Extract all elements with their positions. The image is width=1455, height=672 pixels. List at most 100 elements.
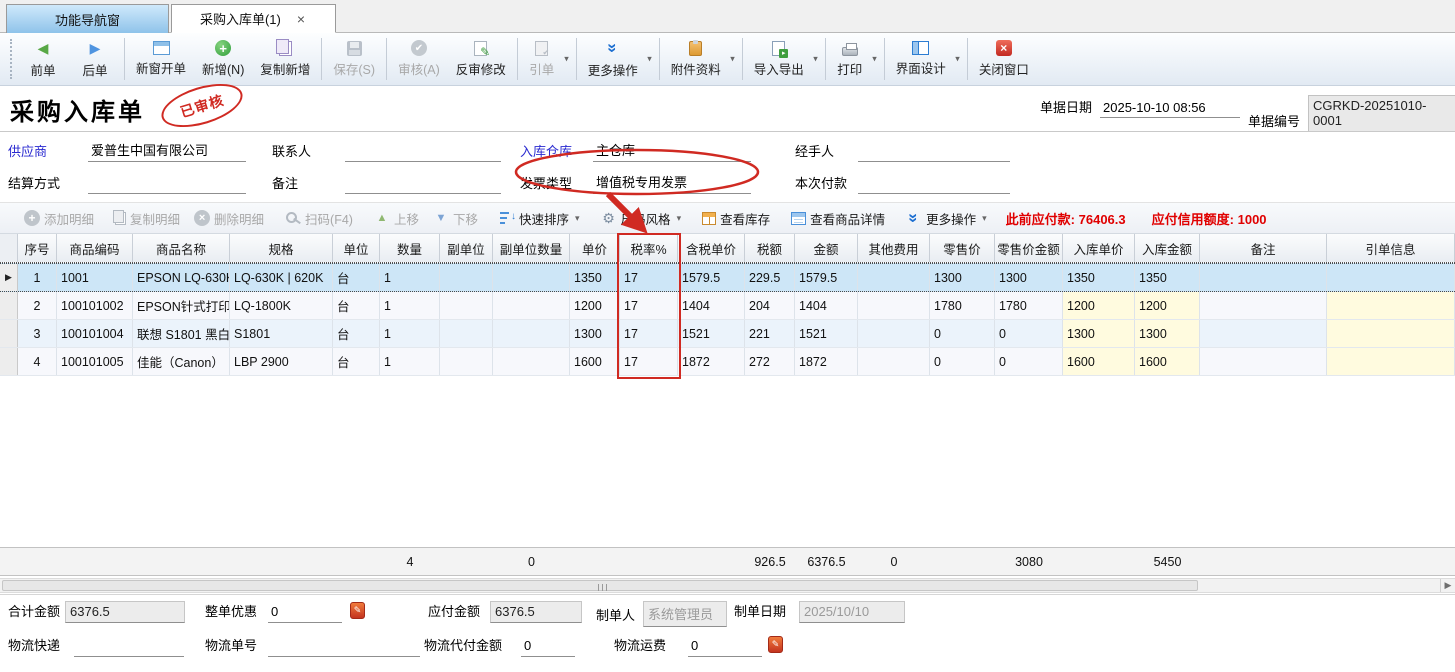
close-window-button[interactable]: 关闭窗口 (971, 33, 1037, 85)
settlement-input[interactable] (88, 176, 246, 194)
logistics-paid-input[interactable]: 0 (521, 638, 575, 657)
column-header-5[interactable]: 数量 (380, 234, 440, 262)
cell-r1-c0[interactable]: 1 (18, 264, 57, 291)
order-discount-input[interactable]: 0 (268, 604, 342, 623)
cell-r2-c10[interactable]: 1404 (678, 292, 745, 319)
cell-r4-c1[interactable]: 100101005 (57, 348, 133, 375)
column-header-16[interactable]: 入库单价 (1063, 234, 1135, 262)
unaudit-modify-button[interactable]: 反审修改 (448, 33, 514, 85)
cell-r2-c1[interactable]: 100101002 (57, 292, 133, 319)
cell-r2-c6[interactable] (440, 292, 493, 319)
cell-r3-c13[interactable] (858, 320, 930, 347)
cell-r1-c12[interactable]: 1579.5 (795, 264, 858, 291)
discount-edit-icon[interactable] (350, 602, 365, 619)
scroll-right-button[interactable]: ▶ (1440, 579, 1455, 592)
cell-r4-c16[interactable]: 1600 (1063, 348, 1135, 375)
cell-r1-c9[interactable]: 17 (620, 264, 678, 291)
cell-r1-c10[interactable]: 1579.5 (678, 264, 745, 291)
cell-r2-c4[interactable]: 台 (333, 292, 380, 319)
cell-r2-c0[interactable]: 2 (18, 292, 57, 319)
contact-input[interactable] (345, 144, 501, 162)
column-header-0[interactable]: 序号 (18, 234, 57, 262)
cell-r4-c14[interactable]: 0 (930, 348, 995, 375)
view-product-detail-button[interactable]: 查看商品详情 (784, 206, 892, 231)
column-header-11[interactable]: 税额 (745, 234, 795, 262)
cell-r3-c16[interactable]: 1300 (1063, 320, 1135, 347)
cell-r1-c18[interactable] (1200, 264, 1327, 291)
column-header-13[interactable]: 其他费用 (858, 234, 930, 262)
attachments-button[interactable]: 附件资料▾ (663, 33, 739, 85)
cell-r1-c17[interactable]: 1350 (1135, 264, 1200, 291)
cell-r2-c7[interactable] (493, 292, 570, 319)
cell-r3-c10[interactable]: 1521 (678, 320, 745, 347)
cell-r3-c19[interactable] (1327, 320, 1455, 347)
table-row[interactable]: 3100101004联想 S1801 黑白S1801台1130017152122… (0, 320, 1455, 348)
cell-r4-c17[interactable]: 1600 (1135, 348, 1200, 375)
column-header-8[interactable]: 单价 (570, 234, 620, 262)
cell-r1-c13[interactable] (858, 264, 930, 291)
cell-r1-c3[interactable]: LQ-630K | 620K (230, 264, 333, 291)
cell-r4-c2[interactable]: 佳能（Canon） (133, 348, 230, 375)
cell-r2-c5[interactable]: 1 (380, 292, 440, 319)
logistics-no-input[interactable] (268, 639, 420, 657)
cell-r4-c8[interactable]: 1600 (570, 348, 620, 375)
cell-r2-c18[interactable] (1200, 292, 1327, 319)
table-row[interactable]: 2100101002EPSON针式打印LQ-1800K台112001714042… (0, 292, 1455, 320)
cell-r1-c15[interactable]: 1300 (995, 264, 1063, 291)
cell-r3-c7[interactable] (493, 320, 570, 347)
column-header-17[interactable]: 入库金额 (1135, 234, 1200, 262)
cell-r4-c15[interactable]: 0 (995, 348, 1063, 375)
cell-r1-c19[interactable] (1327, 264, 1455, 291)
cell-r4-c3[interactable]: LBP 2900 (230, 348, 333, 375)
size-style-button[interactable]: 尺码风格▾ (594, 206, 689, 231)
cell-r3-c14[interactable]: 0 (930, 320, 995, 347)
cell-r3-c18[interactable] (1200, 320, 1327, 347)
cell-r1-c8[interactable]: 1350 (570, 264, 620, 291)
horizontal-scrollbar[interactable]: ▶ (0, 578, 1455, 593)
warehouse-input[interactable]: 主仓库 (593, 140, 751, 162)
new-window-order-button[interactable]: 新窗开单 (128, 33, 194, 85)
cell-r4-c6[interactable] (440, 348, 493, 375)
quick-sort-button[interactable]: 快速排序▾ (492, 206, 587, 231)
cell-r2-c16[interactable]: 1200 (1063, 292, 1135, 319)
cell-r4-c18[interactable] (1200, 348, 1327, 375)
copy-new-button[interactable]: 复制新增 (252, 33, 318, 85)
logistics-freight-input[interactable]: 0 (688, 638, 762, 657)
cell-r4-c7[interactable] (493, 348, 570, 375)
cell-r3-c0[interactable]: 3 (18, 320, 57, 347)
cell-r3-c12[interactable]: 1521 (795, 320, 858, 347)
remark-input[interactable] (345, 176, 501, 194)
cell-r2-c8[interactable]: 1200 (570, 292, 620, 319)
cell-r3-c17[interactable]: 1300 (1135, 320, 1200, 347)
cell-r2-c13[interactable] (858, 292, 930, 319)
cell-r3-c6[interactable] (440, 320, 493, 347)
cell-r3-c1[interactable]: 100101004 (57, 320, 133, 347)
cell-r2-c9[interactable]: 17 (620, 292, 678, 319)
cell-r3-c3[interactable]: S1801 (230, 320, 333, 347)
cell-r4-c10[interactable]: 1872 (678, 348, 745, 375)
column-header-3[interactable]: 规格 (230, 234, 333, 262)
more-detail-actions-button[interactable]: 更多操作▾ (899, 206, 994, 231)
cell-r3-c9[interactable]: 17 (620, 320, 678, 347)
column-header-9[interactable]: 税率% (620, 234, 678, 262)
cell-r1-c11[interactable]: 229.5 (745, 264, 795, 291)
cell-r4-c5[interactable]: 1 (380, 348, 440, 375)
cell-r2-c14[interactable]: 1780 (930, 292, 995, 319)
table-row[interactable]: 4100101005佳能（Canon）LBP 2900台116001718722… (0, 348, 1455, 376)
cell-r2-c3[interactable]: LQ-1800K (230, 292, 333, 319)
cell-r1-c7[interactable] (493, 264, 570, 291)
tab-close-icon[interactable]: × (295, 12, 307, 26)
cell-r3-c11[interactable]: 221 (745, 320, 795, 347)
doc-date-input[interactable]: 2025-10-10 08:56 (1100, 100, 1240, 118)
column-header-14[interactable]: 零售价 (930, 234, 995, 262)
tab-function-nav[interactable]: 功能导航窗 (6, 4, 169, 33)
cell-r1-c5[interactable]: 1 (380, 264, 440, 291)
column-header-4[interactable]: 单位 (333, 234, 380, 262)
column-header-10[interactable]: 含税单价 (678, 234, 745, 262)
column-header-18[interactable]: 备注 (1200, 234, 1327, 262)
cell-r4-c9[interactable]: 17 (620, 348, 678, 375)
cell-r2-c15[interactable]: 1780 (995, 292, 1063, 319)
column-header-2[interactable]: 商品名称 (133, 234, 230, 262)
cell-r4-c11[interactable]: 272 (745, 348, 795, 375)
cell-r1-c4[interactable]: 台 (333, 264, 380, 291)
